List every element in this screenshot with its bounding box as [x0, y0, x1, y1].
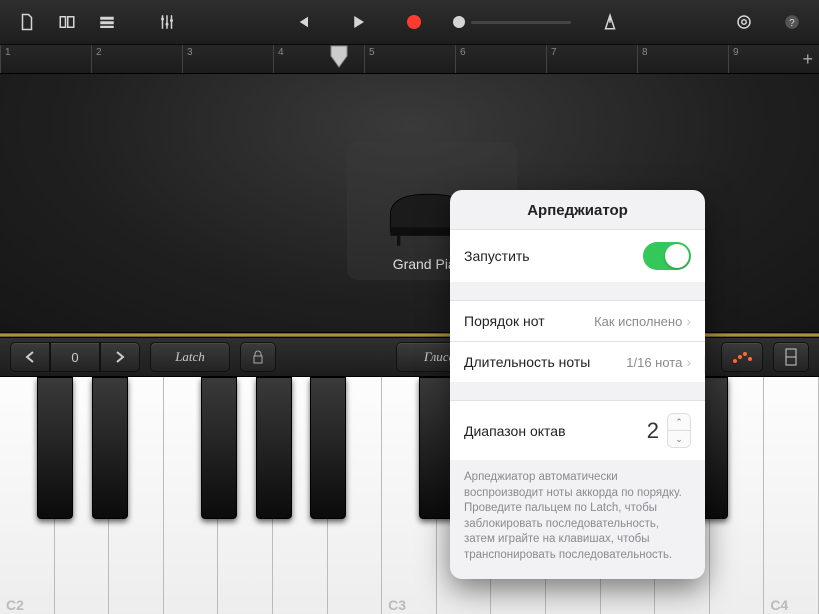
- stepper-down-button[interactable]: ⌄: [668, 431, 690, 447]
- bar-label: 2: [96, 47, 102, 58]
- key-label: C2: [6, 597, 24, 613]
- lock-icon: [252, 350, 264, 364]
- record-icon: [407, 15, 421, 29]
- keyboard-layout-icon: [784, 348, 798, 366]
- octave-switcher: 0: [10, 342, 140, 372]
- chevron-right-icon: ›: [686, 354, 691, 370]
- popover-description: Арпеджиатор автоматически воспроизводит …: [450, 460, 705, 579]
- bar-label: 3: [187, 47, 193, 58]
- black-key[interactable]: [201, 377, 237, 519]
- app-root: ? 1 2 3 4 5 6 7 8 9 + Grand Piano: [0, 0, 819, 614]
- arpeggiator-button[interactable]: [721, 342, 763, 372]
- black-key[interactable]: [37, 377, 73, 519]
- arpeggiator-icon: [732, 350, 752, 364]
- mixer-button[interactable]: [150, 8, 184, 36]
- popover-arrow: [704, 355, 705, 375]
- stepper-up-button[interactable]: ⌃: [668, 414, 690, 431]
- octave-range-row: Диапазон октав 2 ⌃ ⌄: [450, 400, 705, 460]
- timeline-ruler[interactable]: 1 2 3 4 5 6 7 8 9 +: [0, 45, 819, 74]
- octave-range-stepper: 2 ⌃ ⌄: [647, 413, 691, 448]
- black-key[interactable]: [256, 377, 292, 519]
- playhead[interactable]: [330, 45, 348, 76]
- octave-range-value: 2: [647, 418, 659, 444]
- tracks-button[interactable]: [90, 8, 124, 36]
- sustain-lock-button[interactable]: [240, 342, 276, 372]
- chevron-right-icon: [115, 351, 125, 363]
- bar-label: 5: [369, 47, 375, 58]
- add-section-button[interactable]: +: [802, 49, 813, 70]
- run-row: Запустить: [450, 229, 705, 282]
- metronome-button[interactable]: [593, 8, 627, 36]
- key-label: C3: [388, 597, 406, 613]
- play-button[interactable]: [341, 8, 375, 36]
- note-order-label: Порядок нот: [464, 313, 545, 329]
- popover-title: Арпеджиатор: [450, 190, 705, 229]
- keyboard-layout-button[interactable]: [773, 342, 809, 372]
- record-button[interactable]: [397, 8, 431, 36]
- black-key[interactable]: [92, 377, 128, 519]
- settings-button[interactable]: [727, 8, 761, 36]
- note-order-value: Как исполнено: [594, 314, 682, 329]
- octave-down-button[interactable]: [10, 342, 50, 372]
- chevron-left-icon: [25, 351, 35, 363]
- note-order-row[interactable]: Порядок нот Как исполнено ›: [450, 300, 705, 341]
- key-label: C4: [770, 597, 788, 613]
- browser-button[interactable]: [50, 8, 84, 36]
- volume-track: [471, 21, 571, 24]
- bar-label: 9: [733, 47, 739, 58]
- transport: [190, 8, 721, 36]
- bar-label: 8: [642, 47, 648, 58]
- octave-range-label: Диапазон октав: [464, 423, 566, 439]
- svg-text:?: ?: [789, 18, 795, 29]
- toolbar: ?: [0, 0, 819, 45]
- bar-label: 1: [5, 47, 11, 58]
- run-label: Запустить: [464, 248, 530, 264]
- latch-button[interactable]: Latch: [150, 342, 230, 372]
- black-key[interactable]: [310, 377, 346, 519]
- run-toggle[interactable]: [643, 242, 691, 270]
- arpeggiator-popover: Арпеджиатор Запустить Порядок нот Как ис…: [450, 190, 705, 579]
- rewind-button[interactable]: [285, 8, 319, 36]
- bar-label: 7: [551, 47, 557, 58]
- help-button[interactable]: ?: [775, 8, 809, 36]
- new-document-button[interactable]: [10, 8, 44, 36]
- octave-value: 0: [50, 342, 100, 372]
- chevron-right-icon: ›: [686, 313, 691, 329]
- master-volume[interactable]: [453, 16, 571, 28]
- octave-up-button[interactable]: [100, 342, 140, 372]
- note-rate-row[interactable]: Длительность ноты 1/16 нота ›: [450, 341, 705, 382]
- bar-label: 4: [278, 47, 284, 58]
- volume-knob-icon: [453, 16, 465, 28]
- bar-label: 6: [460, 47, 466, 58]
- note-rate-label: Длительность ноты: [464, 354, 590, 370]
- toolbar-right: ?: [727, 8, 809, 36]
- note-rate-value: 1/16 нота: [626, 355, 682, 370]
